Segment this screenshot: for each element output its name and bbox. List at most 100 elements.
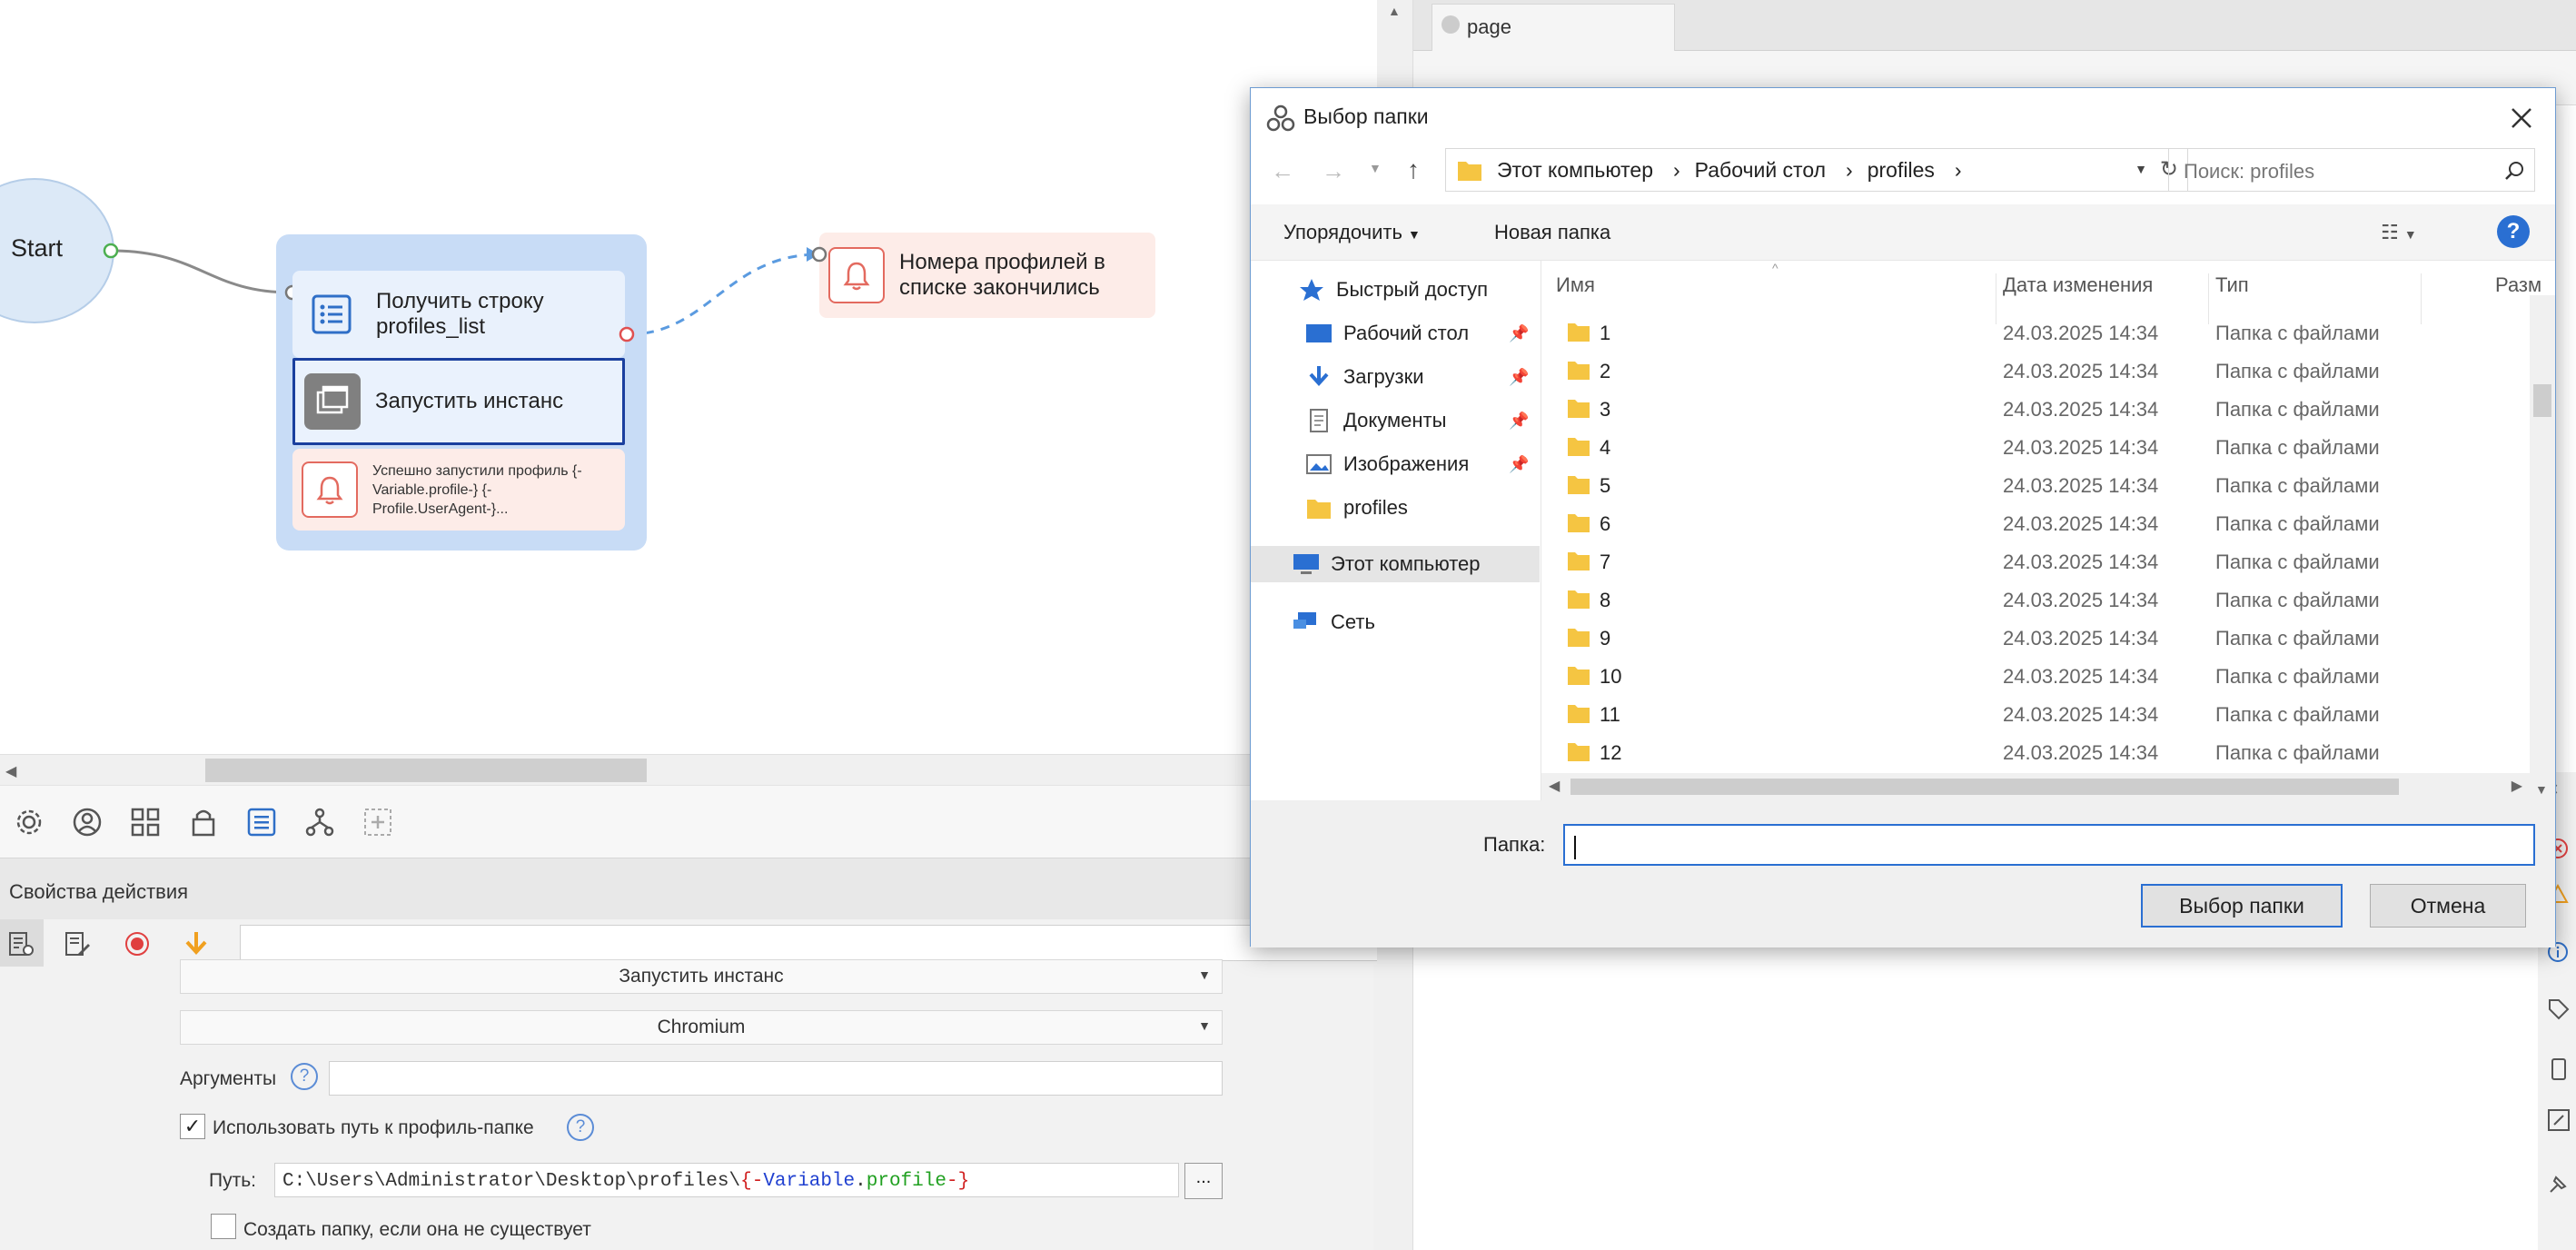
lock-icon[interactable] bbox=[183, 802, 223, 842]
folder-field-label: Папка: bbox=[1483, 833, 1546, 856]
column-size[interactable]: Разм bbox=[2495, 273, 2541, 297]
folder-icon bbox=[1568, 323, 1590, 342]
record-icon[interactable] bbox=[124, 930, 151, 957]
column-name[interactable]: Имя bbox=[1556, 273, 1595, 297]
pin-icon[interactable]: 📌 bbox=[1509, 412, 1529, 431]
use-profile-checkbox[interactable]: ✓ bbox=[180, 1114, 205, 1139]
view-options-icon[interactable]: ☷ ▼ bbox=[2381, 221, 2417, 244]
browser-select[interactable]: Chromium ▼ bbox=[180, 1010, 1223, 1045]
file-list-horizontal-scrollbar[interactable]: ◀ ▶ bbox=[1541, 773, 2530, 800]
action-group[interactable]: Получить строку profiles_list Запустить … bbox=[276, 234, 647, 551]
list-item[interactable]: 6 24.03.2025 14:34 Папка с файлами bbox=[1541, 504, 2530, 542]
pin-icon[interactable]: 📌 bbox=[1509, 368, 1529, 387]
new-folder-button[interactable]: Новая папка bbox=[1494, 221, 1610, 244]
arguments-input[interactable] bbox=[329, 1061, 1223, 1096]
list-item[interactable]: 11 24.03.2025 14:34 Папка с файлами bbox=[1541, 695, 2530, 733]
help-icon[interactable]: ? bbox=[291, 1063, 318, 1090]
path-input[interactable]: C:\Users\Administrator\Desktop\profiles\… bbox=[274, 1163, 1179, 1197]
nav-documents[interactable]: Документы 📌 bbox=[1251, 402, 1540, 439]
scroll-right-icon[interactable]: ▶ bbox=[2512, 777, 2522, 795]
nav-downloads[interactable]: Загрузки 📌 bbox=[1251, 359, 1540, 395]
list-item[interactable]: 8 24.03.2025 14:34 Папка с файлами bbox=[1541, 580, 2530, 619]
tab-page[interactable]: page bbox=[1432, 4, 1675, 51]
list-item[interactable]: 5 24.03.2025 14:34 Папка с файлами bbox=[1541, 466, 2530, 504]
breadcrumb-profiles[interactable]: profiles bbox=[1868, 158, 1935, 183]
block-start-instance[interactable]: Запустить инстанс bbox=[292, 358, 625, 445]
block-profiles-ended[interactable]: Номера профилей в списке закончились bbox=[811, 233, 1155, 318]
cancel-button[interactable]: Отмена bbox=[2370, 884, 2526, 928]
organize-button[interactable]: Упорядочить ▼ bbox=[1283, 221, 1421, 244]
settings-icon[interactable] bbox=[9, 802, 49, 842]
up-icon[interactable]: ↑ bbox=[1407, 155, 1420, 184]
pin-icon[interactable]: 📌 bbox=[1509, 324, 1529, 343]
select-folder-button[interactable]: Выбор папки bbox=[2141, 884, 2343, 928]
folder-name: 3 bbox=[1600, 398, 1611, 421]
address-dropdown-icon[interactable]: ▼ bbox=[2135, 162, 2147, 176]
forward-icon[interactable]: → bbox=[1322, 157, 1345, 185]
nav-pictures[interactable]: Изображения 📌 bbox=[1251, 446, 1540, 482]
list-item[interactable]: 4 24.03.2025 14:34 Папка с файлами bbox=[1541, 428, 2530, 466]
column-type[interactable]: Тип bbox=[2215, 273, 2249, 297]
resize-icon[interactable] bbox=[2547, 1108, 2571, 1132]
nav-network[interactable]: Сеть bbox=[1251, 604, 1540, 640]
canvas-scroll-thumb[interactable] bbox=[205, 759, 647, 782]
add-icon[interactable] bbox=[358, 802, 398, 842]
list-item[interactable]: 12 24.03.2025 14:34 Папка с файлами bbox=[1541, 733, 2530, 771]
folder-name: 12 bbox=[1600, 741, 1622, 764]
file-list-hscroll-thumb[interactable] bbox=[1570, 779, 2399, 795]
user-icon[interactable] bbox=[67, 802, 107, 842]
close-icon[interactable] bbox=[2497, 94, 2546, 143]
block-start-instance-label: Запустить инстанс bbox=[375, 389, 564, 413]
group-out-port[interactable] bbox=[618, 325, 636, 343]
list-item[interactable]: 10 24.03.2025 14:34 Папка с файлами bbox=[1541, 657, 2530, 695]
list-item[interactable]: 3 24.03.2025 14:34 Папка с файлами bbox=[1541, 390, 2530, 428]
tag-icon[interactable] bbox=[2547, 997, 2571, 1021]
folder-field-input[interactable] bbox=[1563, 824, 2535, 866]
dialog-titlebar[interactable]: Выбор папки bbox=[1251, 88, 2555, 146]
pin-icon[interactable]: 📌 bbox=[1509, 455, 1529, 474]
notes-edit-icon[interactable] bbox=[64, 930, 91, 957]
back-icon[interactable]: ← bbox=[1271, 157, 1294, 185]
history-chevron-icon[interactable]: ▼ bbox=[1369, 161, 1382, 175]
search-input[interactable]: Поиск: profiles bbox=[2168, 148, 2535, 192]
address-bar[interactable]: Этот компьютер › Рабочий стол › profiles › … bbox=[1445, 148, 2188, 192]
nav-profiles[interactable]: profiles bbox=[1251, 490, 1540, 526]
block-success-notify[interactable]: Успешно запустили профиль {-Variable.pro… bbox=[292, 449, 625, 531]
canvas-horizontal-scrollbar[interactable]: ◀ bbox=[0, 754, 1377, 785]
arrow-down-icon[interactable] bbox=[182, 928, 211, 957]
nav-this-pc[interactable]: Этот компьютер bbox=[1251, 546, 1540, 582]
scroll-left-icon[interactable]: ◀ bbox=[1549, 777, 1560, 795]
pin-icon[interactable] bbox=[2547, 1172, 2571, 1195]
file-list-vertical-scrollbar[interactable]: ▼ bbox=[2530, 295, 2555, 800]
workflow-canvas[interactable]: Start Получить строку profiles_list Запу… bbox=[0, 0, 1377, 754]
notify-in-port[interactable] bbox=[810, 245, 828, 263]
block-get-line[interactable]: Получить строку profiles_list bbox=[292, 271, 625, 358]
list-item[interactable]: 9 24.03.2025 14:34 Папка с файлами bbox=[1541, 619, 2530, 657]
grid-icon[interactable] bbox=[125, 802, 165, 842]
breadcrumb-desktop[interactable]: Рабочий стол bbox=[1695, 158, 1826, 183]
file-list-scroll-thumb[interactable] bbox=[2533, 384, 2551, 417]
scroll-up-icon[interactable]: ▲ bbox=[1388, 4, 1401, 18]
start-port[interactable] bbox=[102, 242, 120, 260]
scroll-left-icon[interactable]: ◀ bbox=[5, 762, 16, 780]
scroll-down-icon[interactable]: ▼ bbox=[2535, 782, 2548, 797]
nav-quick-access[interactable]: Быстрый доступ bbox=[1251, 272, 1540, 308]
action-name-input[interactable] bbox=[240, 925, 1393, 961]
properties-edit-icon[interactable] bbox=[7, 930, 35, 957]
column-date[interactable]: Дата изменения bbox=[2003, 273, 2153, 297]
browse-button[interactable]: ... bbox=[1184, 1163, 1223, 1199]
action-select[interactable]: Запустить инстанс ▼ bbox=[180, 959, 1223, 994]
list-item[interactable]: 1 24.03.2025 14:34 Папка с файлами bbox=[1541, 313, 2530, 352]
help-icon[interactable]: ? bbox=[567, 1114, 594, 1141]
list-icon[interactable] bbox=[242, 802, 282, 842]
tree-icon[interactable] bbox=[300, 802, 340, 842]
create-folder-checkbox[interactable] bbox=[211, 1214, 236, 1239]
device-icon[interactable] bbox=[2547, 1057, 2571, 1081]
help-icon[interactable]: ? bbox=[2497, 215, 2530, 248]
folder-name: 4 bbox=[1600, 436, 1611, 459]
arguments-label: Аргументы bbox=[180, 1068, 277, 1089]
nav-desktop[interactable]: Рабочий стол 📌 bbox=[1251, 315, 1540, 352]
list-item[interactable]: 7 24.03.2025 14:34 Папка с файлами bbox=[1541, 542, 2530, 580]
breadcrumb-this-pc[interactable]: Этот компьютер bbox=[1497, 158, 1653, 183]
list-item[interactable]: 2 24.03.2025 14:34 Папка с файлами bbox=[1541, 352, 2530, 390]
